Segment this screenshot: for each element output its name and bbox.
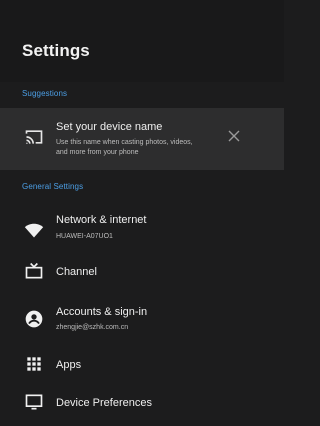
apps-grid-icon: [24, 354, 44, 374]
list-item-label: Channel: [56, 266, 97, 278]
list-item-label: Apps: [56, 359, 82, 371]
section-header-general: General Settings: [22, 182, 84, 191]
list-item-accounts[interactable]: Accounts & sign-in zhengjie@szhk.com.cn: [0, 298, 284, 340]
list-item-device-preferences[interactable]: Device Preferences: [0, 386, 284, 418]
list-item-label: Device Preferences: [56, 397, 152, 409]
tv-icon: [24, 261, 44, 281]
list-item-apps[interactable]: Apps: [0, 350, 284, 380]
list-item-sub: HUAWEI-A07UO1: [56, 233, 113, 240]
monitor-icon: [24, 392, 44, 412]
wifi-icon: [24, 220, 44, 240]
list-item-channel[interactable]: Channel: [0, 256, 284, 288]
list-item-network[interactable]: Network & internet HUAWEI-A07UO1: [0, 208, 284, 248]
page-title: Settings: [22, 41, 90, 60]
suggestion-desc-line2: and more from your phone: [56, 149, 139, 156]
list-item-label: Network & internet: [56, 214, 147, 226]
account-icon: [24, 309, 44, 329]
suggestion-title: Set your device name: [56, 121, 163, 133]
list-item-label: Accounts & sign-in: [56, 306, 148, 318]
list-item-sub: zhengjie@szhk.com.cn: [56, 324, 129, 331]
close-icon[interactable]: [226, 128, 242, 144]
section-header-suggestions: Suggestions: [22, 89, 68, 98]
cast-icon: [24, 127, 44, 147]
suggestion-desc-line1: Use this name when casting photos, video…: [56, 139, 193, 146]
